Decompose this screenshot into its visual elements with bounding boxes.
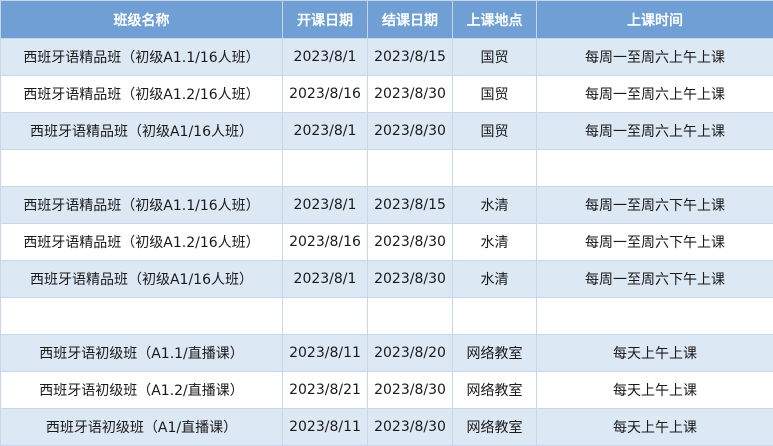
cell-end-date[interactable]: 2023/8/30 xyxy=(368,76,453,113)
header-class-name[interactable]: 班级名称 xyxy=(1,1,283,39)
header-location[interactable]: 上课地点 xyxy=(453,1,537,39)
cell-end-date[interactable] xyxy=(368,298,453,335)
cell-end-date[interactable]: 2023/8/30 xyxy=(368,113,453,150)
cell-start-date[interactable]: 2023/8/1 xyxy=(283,113,368,150)
cell-end-date[interactable]: 2023/8/30 xyxy=(368,224,453,261)
cell-class-time[interactable]: 每天上午上课 xyxy=(537,372,773,409)
table-row: 西班牙语精品班（初级A1.1/16人班）2023/8/12023/8/15水清每… xyxy=(1,187,773,224)
cell-end-date[interactable]: 2023/8/20 xyxy=(368,335,453,372)
cell-class-name[interactable]: 西班牙语初级班（A1.1/直播课） xyxy=(1,335,283,372)
cell-end-date[interactable] xyxy=(368,150,453,187)
cell-class-name[interactable]: 西班牙语精品班（初级A1/16人班） xyxy=(1,261,283,298)
cell-start-date[interactable]: 2023/8/11 xyxy=(283,335,368,372)
table-row: 西班牙语初级班（A1/直播课）2023/8/112023/8/30网络教室每天上… xyxy=(1,409,773,446)
cell-start-date[interactable] xyxy=(283,150,368,187)
cell-location[interactable]: 网络教室 xyxy=(453,409,537,446)
cell-class-time[interactable]: 每天上午上课 xyxy=(537,335,773,372)
cell-class-time[interactable]: 每周一至周六上午上课 xyxy=(537,113,773,150)
cell-location[interactable] xyxy=(453,298,537,335)
cell-class-name[interactable]: 西班牙语精品班（初级A1.1/16人班） xyxy=(1,187,283,224)
cell-location[interactable]: 国贸 xyxy=(453,113,537,150)
header-end-date[interactable]: 结课日期 xyxy=(368,1,453,39)
cell-end-date[interactable]: 2023/8/30 xyxy=(368,372,453,409)
table-header: 班级名称 开课日期 结课日期 上课地点 上课时间 xyxy=(1,1,773,39)
cell-start-date[interactable]: 2023/8/1 xyxy=(283,187,368,224)
cell-class-time[interactable] xyxy=(537,150,773,187)
cell-class-time[interactable]: 每周一至周六下午上课 xyxy=(537,261,773,298)
cell-class-time[interactable]: 每天上午上课 xyxy=(537,409,773,446)
cell-start-date[interactable]: 2023/8/16 xyxy=(283,224,368,261)
cell-start-date[interactable]: 2023/8/16 xyxy=(283,76,368,113)
cell-class-name[interactable]: 西班牙语初级班（A1.2/直播课） xyxy=(1,372,283,409)
table-row: 西班牙语精品班（初级A1.2/16人班）2023/8/162023/8/30水清… xyxy=(1,224,773,261)
cell-start-date[interactable]: 2023/8/11 xyxy=(283,409,368,446)
cell-class-time[interactable]: 每周一至周六上午上课 xyxy=(537,39,773,76)
table-row: 西班牙语初级班（A1.1/直播课）2023/8/112023/8/20网络教室每… xyxy=(1,335,773,372)
cell-class-name[interactable]: 西班牙语精品班（初级A1.2/16人班） xyxy=(1,224,283,261)
table-row: 西班牙语精品班（初级A1/16人班）2023/8/12023/8/30国贸每周一… xyxy=(1,113,773,150)
table-row: 西班牙语精品班（初级A1/16人班）2023/8/12023/8/30水清每周一… xyxy=(1,261,773,298)
cell-class-time[interactable]: 每周一至周六上午上课 xyxy=(537,76,773,113)
cell-end-date[interactable]: 2023/8/15 xyxy=(368,39,453,76)
cell-start-date[interactable]: 2023/8/1 xyxy=(283,39,368,76)
cell-class-time[interactable]: 每周一至周六下午上课 xyxy=(537,224,773,261)
cell-location[interactable]: 网络教室 xyxy=(453,372,537,409)
table-row: 西班牙语精品班（初级A1.1/16人班）2023/8/12023/8/15国贸每… xyxy=(1,39,773,76)
course-schedule-table: 班级名称 开课日期 结课日期 上课地点 上课时间 西班牙语精品班（初级A1.1/… xyxy=(0,0,773,446)
header-class-time[interactable]: 上课时间 xyxy=(537,1,773,39)
table-row xyxy=(1,150,773,187)
cell-location[interactable]: 国贸 xyxy=(453,39,537,76)
cell-class-name[interactable]: 西班牙语精品班（初级A1.1/16人班） xyxy=(1,39,283,76)
cell-location[interactable]: 水清 xyxy=(453,261,537,298)
header-row: 班级名称 开课日期 结课日期 上课地点 上课时间 xyxy=(1,1,773,39)
cell-class-time[interactable] xyxy=(537,298,773,335)
cell-location[interactable]: 国贸 xyxy=(453,76,537,113)
cell-class-name[interactable]: 西班牙语初级班（A1/直播课） xyxy=(1,409,283,446)
table-row: 西班牙语精品班（初级A1.2/16人班）2023/8/162023/8/30国贸… xyxy=(1,76,773,113)
cell-start-date[interactable]: 2023/8/21 xyxy=(283,372,368,409)
table-body: 西班牙语精品班（初级A1.1/16人班）2023/8/12023/8/15国贸每… xyxy=(1,39,773,446)
cell-end-date[interactable]: 2023/8/15 xyxy=(368,187,453,224)
cell-end-date[interactable]: 2023/8/30 xyxy=(368,409,453,446)
cell-class-name[interactable]: 西班牙语精品班（初级A1.2/16人班） xyxy=(1,76,283,113)
course-schedule-table-container: 班级名称 开课日期 结课日期 上课地点 上课时间 西班牙语精品班（初级A1.1/… xyxy=(0,0,773,445)
header-start-date[interactable]: 开课日期 xyxy=(283,1,368,39)
cell-location[interactable]: 网络教室 xyxy=(453,335,537,372)
cell-start-date[interactable] xyxy=(283,298,368,335)
cell-location[interactable]: 水清 xyxy=(453,187,537,224)
table-row xyxy=(1,298,773,335)
cell-location[interactable]: 水清 xyxy=(453,224,537,261)
table-row: 西班牙语初级班（A1.2/直播课）2023/8/212023/8/30网络教室每… xyxy=(1,372,773,409)
cell-class-name[interactable] xyxy=(1,298,283,335)
cell-class-name[interactable] xyxy=(1,150,283,187)
cell-start-date[interactable]: 2023/8/1 xyxy=(283,261,368,298)
cell-class-name[interactable]: 西班牙语精品班（初级A1/16人班） xyxy=(1,113,283,150)
cell-location[interactable] xyxy=(453,150,537,187)
cell-end-date[interactable]: 2023/8/30 xyxy=(368,261,453,298)
cell-class-time[interactable]: 每周一至周六下午上课 xyxy=(537,187,773,224)
